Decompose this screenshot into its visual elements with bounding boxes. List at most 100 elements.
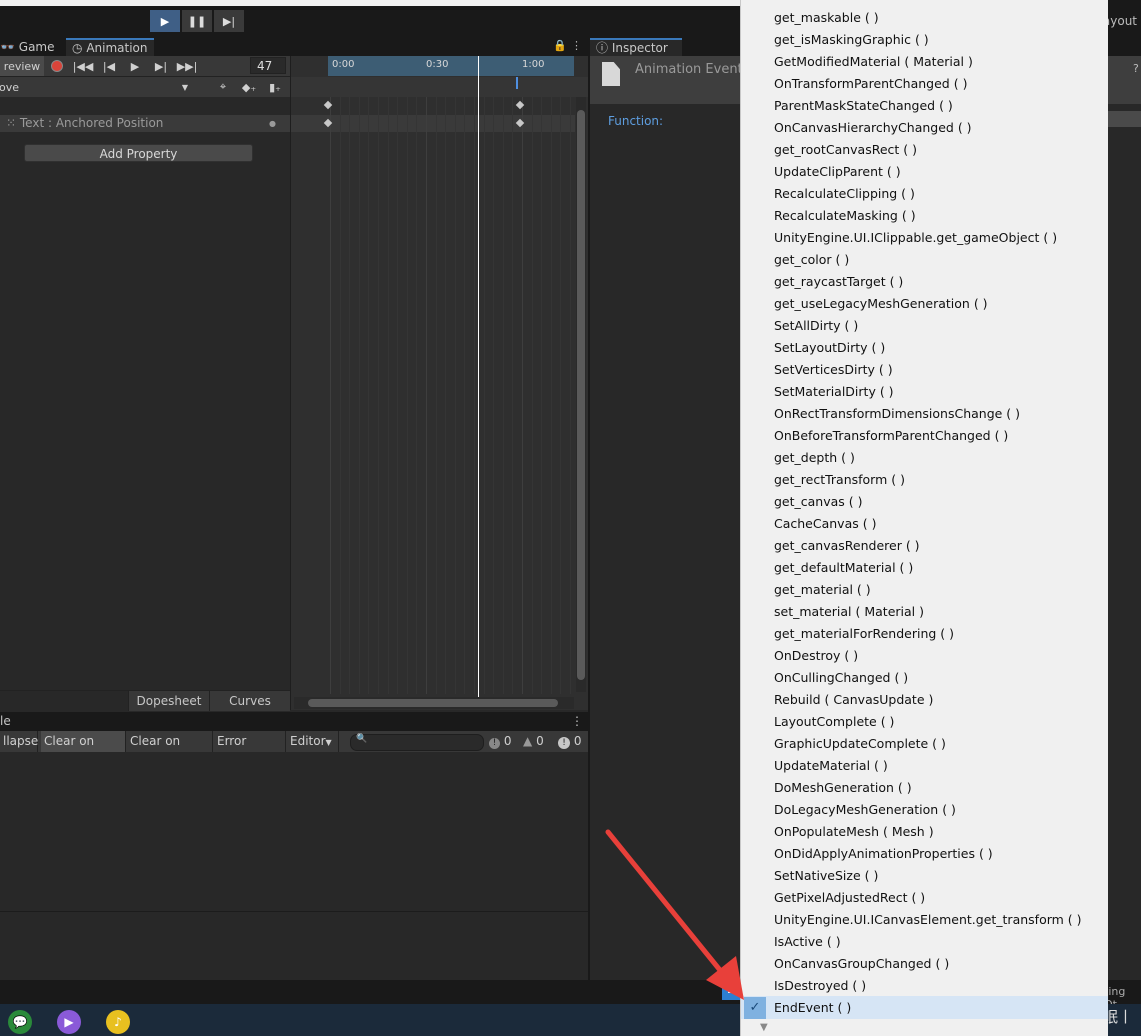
record-button[interactable] — [48, 56, 66, 76]
menu-item[interactable]: get_material ( ) — [774, 579, 871, 601]
error-pause-button[interactable]: Error Pause — [214, 731, 286, 769]
layout-dropdown[interactable]: ayout — [1103, 14, 1137, 28]
menu-item[interactable]: OnBeforeTransformParentChanged ( ) — [774, 425, 1008, 447]
clip-dropdown[interactable]: love ▼ — [0, 77, 190, 97]
warning-count-toggle[interactable]: ▲ 0 — [520, 731, 550, 752]
property-options-icon[interactable]: ● — [269, 115, 276, 132]
clear-on-play-button[interactable]: Clear on Play — [41, 731, 126, 769]
step-button[interactable]: ▶| — [214, 10, 244, 32]
menu-item[interactable]: RecalculateClipping ( ) — [774, 183, 915, 205]
menu-item[interactable]: ParentMaskStateChanged ( ) — [774, 95, 953, 117]
menu-item[interactable]: OnRectTransformDimensionsChange ( ) — [774, 403, 1020, 425]
next-key-button[interactable]: ▶| — [150, 56, 172, 76]
music-app-icon[interactable]: ♪ — [106, 1010, 130, 1034]
menu-item[interactable]: get_materialForRendering ( ) — [774, 623, 954, 645]
menu-item[interactable]: RecalculateMasking ( ) — [774, 205, 916, 227]
preview-button[interactable]: review — [0, 56, 44, 76]
info-icon: ⓘ — [596, 41, 609, 55]
console-divider[interactable] — [0, 911, 588, 912]
more-menu-icon[interactable]: ⋮ — [571, 39, 582, 52]
grid-line — [532, 97, 533, 694]
menu-item[interactable]: EndEvent ( ) — [774, 997, 851, 1019]
tab-dopesheet[interactable]: Dopesheet — [128, 691, 209, 711]
menu-item[interactable]: DoLegacyMeshGeneration ( ) — [774, 799, 956, 821]
horizontal-scroll-thumb[interactable] — [308, 699, 558, 707]
menu-item[interactable]: UnityEngine.UI.ICanvasElement.get_transf… — [774, 909, 1082, 931]
time-ruler[interactable]: 0:00 0:30 1:00 — [328, 56, 574, 76]
menu-item[interactable]: UpdateMaterial ( ) — [774, 755, 888, 777]
menu-item[interactable]: OnCanvasGroupChanged ( ) — [774, 953, 949, 975]
menu-item[interactable]: OnCullingChanged ( ) — [774, 667, 908, 689]
add-keyframe-button[interactable]: ◆₊ — [240, 77, 258, 97]
menu-item[interactable]: get_raycastTarget ( ) — [774, 271, 903, 293]
menu-item[interactable]: get_isMaskingGraphic ( ) — [774, 29, 929, 51]
menu-item[interactable]: GraphicUpdateComplete ( ) — [774, 733, 946, 755]
menu-item[interactable]: SetMaterialDirty ( ) — [774, 381, 894, 403]
console-log-area[interactable] — [0, 752, 588, 980]
menu-item[interactable]: SetAllDirty ( ) — [774, 315, 858, 337]
menu-item[interactable]: IsDestroyed ( ) — [774, 975, 866, 997]
menu-item[interactable]: Rebuild ( CanvasUpdate ) — [774, 689, 933, 711]
play-button[interactable]: ▶ — [150, 10, 180, 32]
play-clip-button[interactable]: ▶ — [124, 56, 146, 76]
menu-item[interactable]: get_color ( ) — [774, 249, 849, 271]
menu-item[interactable]: GetPixelAdjustedRect ( ) — [774, 887, 925, 909]
last-key-button[interactable]: ▶▶| — [175, 56, 199, 76]
vertical-scroll-thumb[interactable] — [577, 110, 585, 680]
editor-dropdown[interactable]: Editor▼ — [287, 731, 339, 752]
menu-item[interactable]: OnCanvasHierarchyChanged ( ) — [774, 117, 972, 139]
menu-item[interactable]: GetModifiedMaterial ( Material ) — [774, 51, 973, 73]
menu-item[interactable]: get_useLegacyMeshGeneration ( ) — [774, 293, 988, 315]
frame-field[interactable]: 47 — [250, 57, 286, 74]
wechat-icon[interactable]: 💬 — [8, 1010, 32, 1034]
menu-item[interactable]: IsActive ( ) — [774, 931, 841, 953]
clear-on-build-button[interactable]: Clear on Build — [127, 731, 213, 769]
sample-button[interactable]: ⌖ — [214, 77, 232, 97]
menu-item[interactable]: CacheCanvas ( ) — [774, 513, 876, 535]
menu-item[interactable]: get_rectTransform ( ) — [774, 469, 905, 491]
menu-item[interactable]: UpdateClipParent ( ) — [774, 161, 901, 183]
property-row[interactable]: ⁙ Text : Anchored Position ● — [0, 115, 290, 132]
menu-item[interactable]: SetNativeSize ( ) — [774, 865, 878, 887]
log-count-toggle[interactable]: ! 0 — [486, 731, 516, 752]
menu-item[interactable]: DoMeshGeneration ( ) — [774, 777, 912, 799]
event-marker[interactable] — [516, 77, 518, 89]
help-icon[interactable]: ? — [1133, 62, 1139, 75]
tab-game[interactable]: 👓 Game — [0, 38, 61, 56]
timeline[interactable] — [290, 56, 589, 710]
collapse-button[interactable]: llapse — [0, 731, 38, 752]
menu-item[interactable]: OnPopulateMesh ( Mesh ) — [774, 821, 934, 843]
add-property-button[interactable]: Add Property — [24, 144, 253, 162]
video-app-icon[interactable]: ▶ — [57, 1010, 81, 1034]
menu-item[interactable]: get_canvas ( ) — [774, 491, 863, 513]
scroll-down-icon[interactable]: ▼ — [760, 1022, 768, 1033]
menu-item[interactable]: set_material ( Material ) — [774, 601, 924, 623]
console-search-input[interactable]: 🔍 — [350, 734, 484, 751]
menu-item[interactable]: OnDidApplyAnimationProperties ( ) — [774, 843, 993, 865]
tab-console[interactable]: le — [0, 714, 11, 728]
error-count-toggle[interactable]: ! 0 — [555, 731, 587, 752]
tab-inspector[interactable]: ⓘ Inspector — [590, 38, 682, 58]
menu-item[interactable]: SetLayoutDirty ( ) — [774, 337, 885, 359]
menu-item[interactable]: SetVerticesDirty ( ) — [774, 359, 893, 381]
menu-item[interactable]: get_defaultMaterial ( ) — [774, 557, 913, 579]
first-key-button[interactable]: |◀◀ — [72, 56, 94, 76]
menu-item[interactable]: UnityEngine.UI.IClippable.get_gameObject… — [774, 227, 1057, 249]
grid-line — [340, 97, 341, 694]
prev-key-button[interactable]: |◀ — [98, 56, 120, 76]
tab-animation[interactable]: ◷ Animation — [66, 38, 154, 58]
playhead[interactable] — [478, 56, 479, 697]
menu-item[interactable]: LayoutComplete ( ) — [774, 711, 894, 733]
menu-item[interactable]: get_rootCanvasRect ( ) — [774, 139, 917, 161]
menu-item[interactable]: OnDestroy ( ) — [774, 645, 858, 667]
more-menu-icon[interactable]: ⋮ — [571, 714, 583, 728]
menu-item[interactable]: get_canvasRenderer ( ) — [774, 535, 920, 557]
menu-item[interactable]: get_depth ( ) — [774, 447, 855, 469]
menu-item[interactable]: get_maskable ( ) — [774, 7, 879, 29]
tab-curves[interactable]: Curves — [209, 691, 290, 711]
add-event-button[interactable]: ▮₊ — [266, 77, 284, 97]
function-dropdown[interactable] — [1108, 111, 1141, 127]
lock-icon[interactable]: 🔒 — [553, 39, 567, 52]
pause-button[interactable]: ❚❚ — [182, 10, 212, 32]
menu-item[interactable]: OnTransformParentChanged ( ) — [774, 73, 967, 95]
